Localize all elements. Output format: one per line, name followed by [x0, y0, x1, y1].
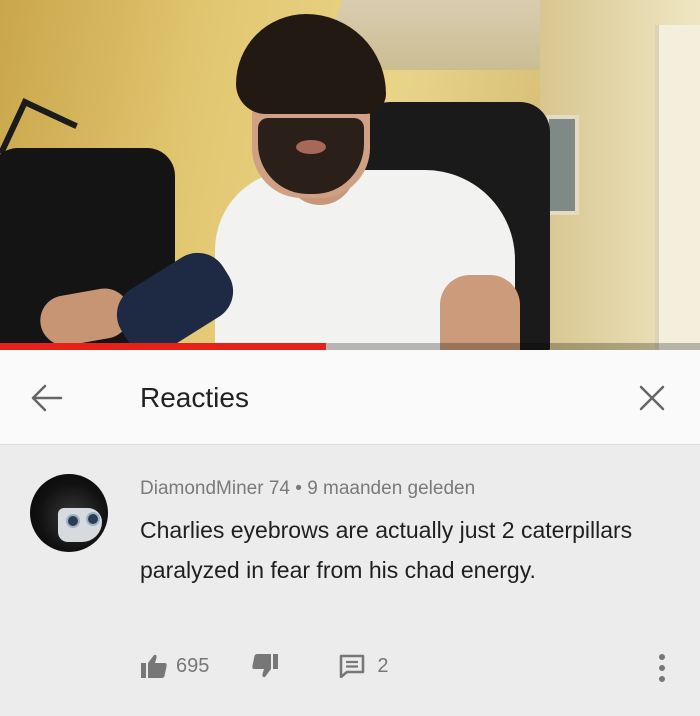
close-button[interactable]: [628, 378, 676, 418]
more-options-button[interactable]: [650, 651, 674, 685]
door: [655, 25, 700, 350]
comment-time: 9 maanden geleden: [307, 478, 476, 499]
dislike-button[interactable]: [251, 653, 279, 679]
avatar-eye: [86, 512, 100, 526]
reply-count: 2: [377, 654, 389, 677]
person-arm: [440, 275, 520, 350]
more-vertical-icon: [659, 676, 665, 682]
more-vertical-icon: [659, 654, 665, 660]
reply-button[interactable]: 2: [339, 654, 389, 678]
video-progress-bar[interactable]: [0, 343, 700, 350]
page-title: Reacties: [140, 382, 249, 413]
comment-meta: DiamondMiner 74 • 9 maanden geleden: [140, 478, 475, 500]
comment-text: Charlies eyebrows are actually just 2 ca…: [140, 517, 633, 583]
meta-separator: •: [289, 478, 308, 499]
close-icon: [639, 385, 665, 411]
thumbs-down-icon: [252, 654, 279, 678]
comments-header: Reacties: [0, 350, 700, 445]
like-button[interactable]: 695: [140, 653, 209, 679]
avatar-eye: [66, 514, 80, 528]
reply-icon: [340, 654, 365, 678]
video-player[interactable]: [0, 0, 700, 350]
comment-author[interactable]: DiamondMiner 74: [140, 478, 290, 499]
comment-item: DiamondMiner 74 • 9 maanden geleden Char…: [0, 446, 700, 716]
avatar[interactable]: [30, 474, 108, 552]
picture-frame: [545, 115, 579, 215]
thumbs-up-icon: [141, 654, 167, 678]
like-count: 695: [176, 654, 210, 677]
arrow-left-icon: [31, 384, 63, 412]
person-mouth: [296, 140, 326, 154]
comment-actions: 695 2: [140, 651, 389, 681]
video-progress-fill: [0, 343, 326, 350]
back-button[interactable]: [22, 378, 70, 418]
more-vertical-icon: [659, 665, 665, 671]
